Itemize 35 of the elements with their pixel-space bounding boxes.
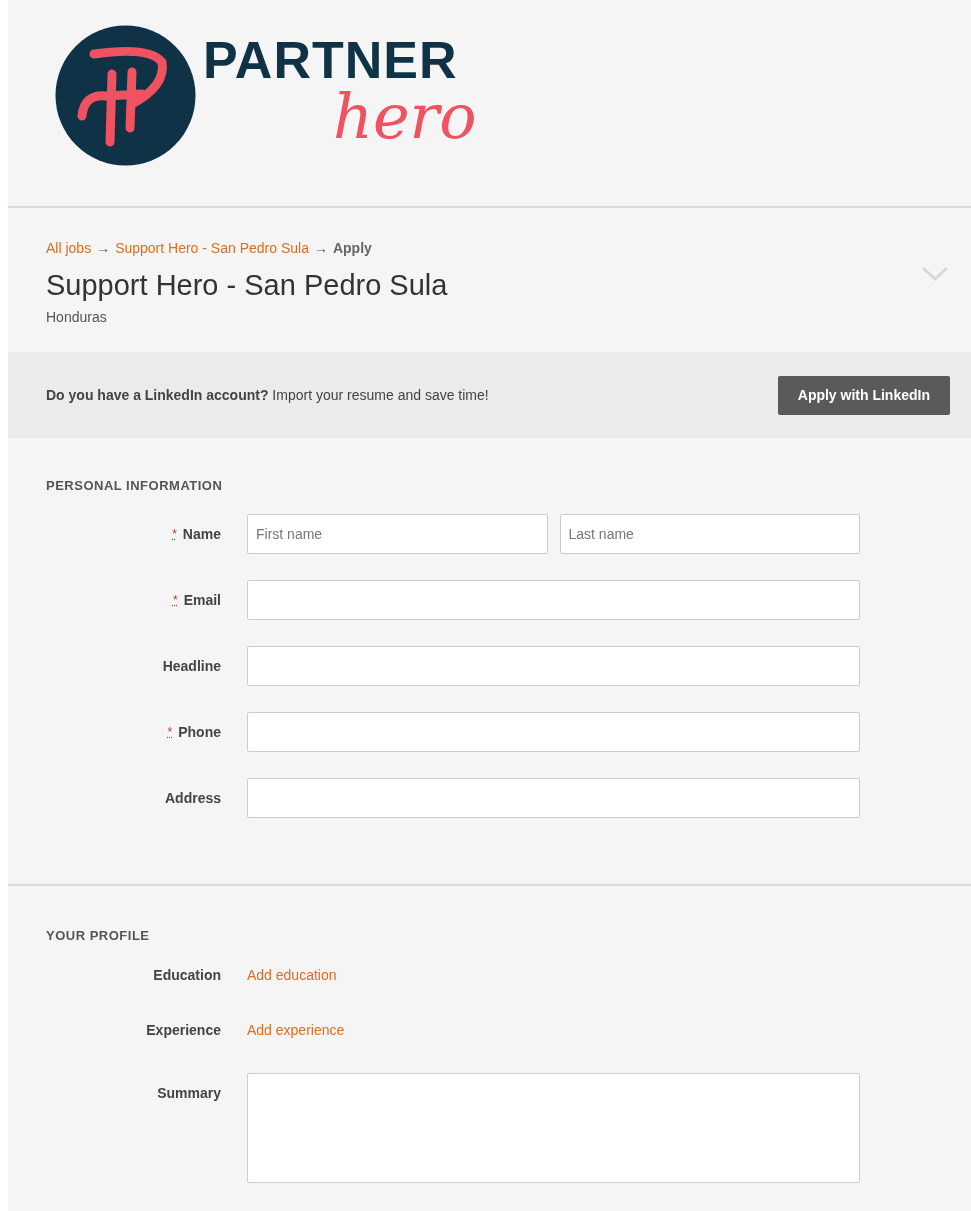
field-label: Headline xyxy=(162,656,221,676)
text-field[interactable] xyxy=(247,777,860,818)
logo-icon xyxy=(54,24,197,167)
field-label: Name xyxy=(182,524,221,544)
field-label: Phone xyxy=(178,722,221,742)
required-marker: * xyxy=(172,526,177,543)
field-label: Education xyxy=(153,966,221,985)
logo-script: hero xyxy=(333,86,477,148)
section-heading: PERSONAL INFORMATION xyxy=(46,477,224,495)
apply-with-linkedin-button[interactable]: Apply with LinkedIn xyxy=(777,375,950,415)
field-label: Summary xyxy=(157,1084,221,1103)
job-title: Support Hero - San Pedro Sula xyxy=(46,268,449,303)
name-field[interactable]: First name xyxy=(247,513,548,554)
required-marker: * xyxy=(167,724,173,741)
breadcrumb-separator: → xyxy=(96,239,111,258)
required-marker: * xyxy=(172,592,178,609)
field-label: Address xyxy=(164,788,221,808)
section-heading: YOUR PROFILE xyxy=(46,926,151,945)
text-field[interactable] xyxy=(247,579,860,620)
breadcrumb-current: Apply xyxy=(332,239,372,258)
field-label: Email xyxy=(183,590,221,610)
chevron-down-icon[interactable] xyxy=(921,266,949,282)
summary-field[interactable] xyxy=(247,1073,860,1183)
breadcrumb-link[interactable]: All jobs xyxy=(46,238,92,259)
field-label: Experience xyxy=(146,1021,221,1040)
breadcrumb-link[interactable]: Support Hero - San Pedro Sula xyxy=(115,238,309,259)
add-link[interactable]: Add education xyxy=(247,963,337,986)
job-location: Honduras xyxy=(46,308,108,327)
linkedin-prompt: Do you have a LinkedIn account? Import your resume and save time! xyxy=(46,385,489,405)
add-link[interactable]: Add experience xyxy=(247,1018,345,1041)
text-field[interactable] xyxy=(247,645,860,686)
breadcrumb-separator: → xyxy=(313,239,328,258)
text-field[interactable] xyxy=(247,711,860,752)
name-field[interactable]: Last name xyxy=(559,513,860,554)
logo-wordmark: PARTNER xyxy=(203,34,459,86)
